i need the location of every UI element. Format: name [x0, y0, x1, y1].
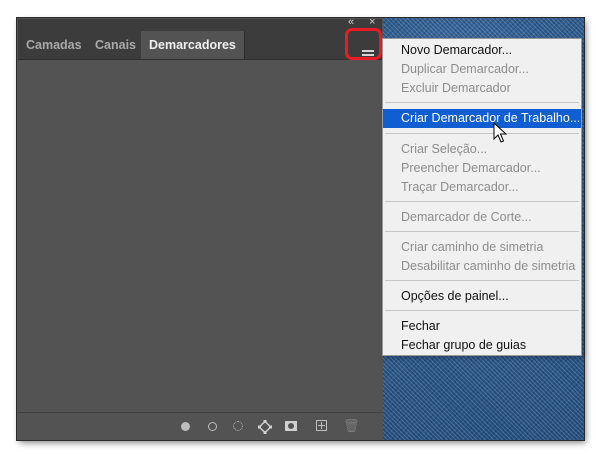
menu-separator: [385, 201, 579, 202]
menu-item-fechar[interactable]: Fechar: [383, 317, 581, 336]
menu-item-opcoes-painel[interactable]: Opções de painel...: [383, 287, 581, 306]
fill-path-icon[interactable]: [179, 420, 191, 432]
new-path-icon[interactable]: [316, 420, 328, 432]
stroke-path-icon[interactable]: [206, 420, 218, 432]
menu-item-excluir-demarcador[interactable]: Excluir Demarcador: [383, 79, 581, 98]
menu-item-criar-demarcador-trabalho[interactable]: Criar Demarcador de Trabalho...: [383, 109, 581, 128]
menu-separator: [385, 231, 579, 232]
paths-panel: « × Camadas Canais Demarcadores 🗑: [18, 16, 382, 440]
trash-icon[interactable]: 🗑: [343, 419, 360, 433]
mouse-pointer-icon: [493, 122, 507, 143]
tab-canais[interactable]: Canais: [95, 31, 136, 59]
menu-item-fechar-grupo-guias[interactable]: Fechar grupo de guias: [383, 336, 581, 355]
close-icon[interactable]: ×: [369, 16, 375, 28]
collapse-icon[interactable]: «: [348, 16, 354, 28]
make-work-path-icon[interactable]: [258, 420, 272, 434]
panel-tab-bar: Camadas Canais Demarcadores: [18, 31, 382, 60]
panel-title-strip: « ×: [18, 16, 382, 31]
menu-item-criar-caminho-simetria[interactable]: Criar caminho de simetria: [383, 238, 581, 257]
menu-item-criar-selecao[interactable]: Criar Seleção...: [383, 140, 581, 159]
paths-list-area: [18, 60, 382, 412]
menu-item-novo-demarcador[interactable]: Novo Demarcador...: [383, 41, 581, 60]
menu-item-preencher-demarcador[interactable]: Preencher Demarcador...: [383, 159, 581, 178]
menu-item-duplicar-demarcador[interactable]: Duplicar Demarcador...: [383, 60, 581, 79]
menu-separator: [385, 280, 579, 281]
load-selection-icon[interactable]: [232, 420, 244, 432]
menu-item-demarcador-corte[interactable]: Demarcador de Corte...: [383, 208, 581, 227]
annotation-highlight-circle: [345, 28, 382, 60]
menu-item-tracar-demarcador[interactable]: Traçar Demarcador...: [383, 178, 581, 197]
menu-separator: [385, 102, 579, 103]
tab-demarcadores[interactable]: Demarcadores: [141, 31, 245, 59]
menu-separator: [385, 310, 579, 311]
paths-panel-flyout-menu: Novo Demarcador... Duplicar Demarcador..…: [382, 38, 582, 356]
add-mask-icon[interactable]: [285, 420, 297, 432]
menu-item-desabilitar-caminho-simetria[interactable]: Desabilitar caminho de simetria: [383, 257, 581, 276]
panel-bottom-toolbar: 🗑: [18, 412, 382, 440]
tab-camadas[interactable]: Camadas: [26, 31, 82, 59]
menu-separator: [385, 133, 579, 134]
